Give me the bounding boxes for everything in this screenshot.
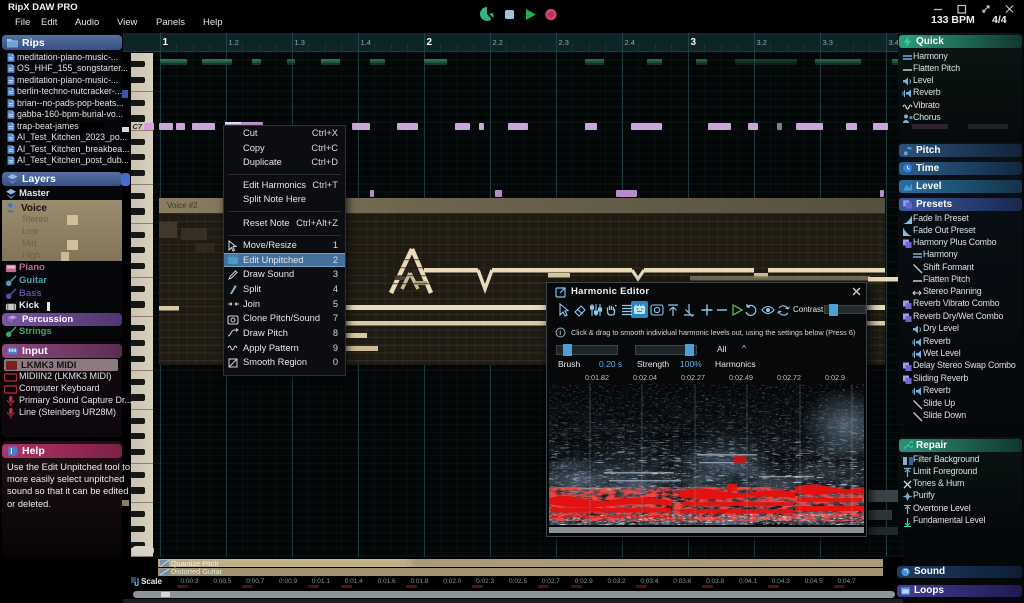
svg-text:i: i: [559, 330, 561, 337]
svg-text:i: i: [10, 446, 12, 456]
